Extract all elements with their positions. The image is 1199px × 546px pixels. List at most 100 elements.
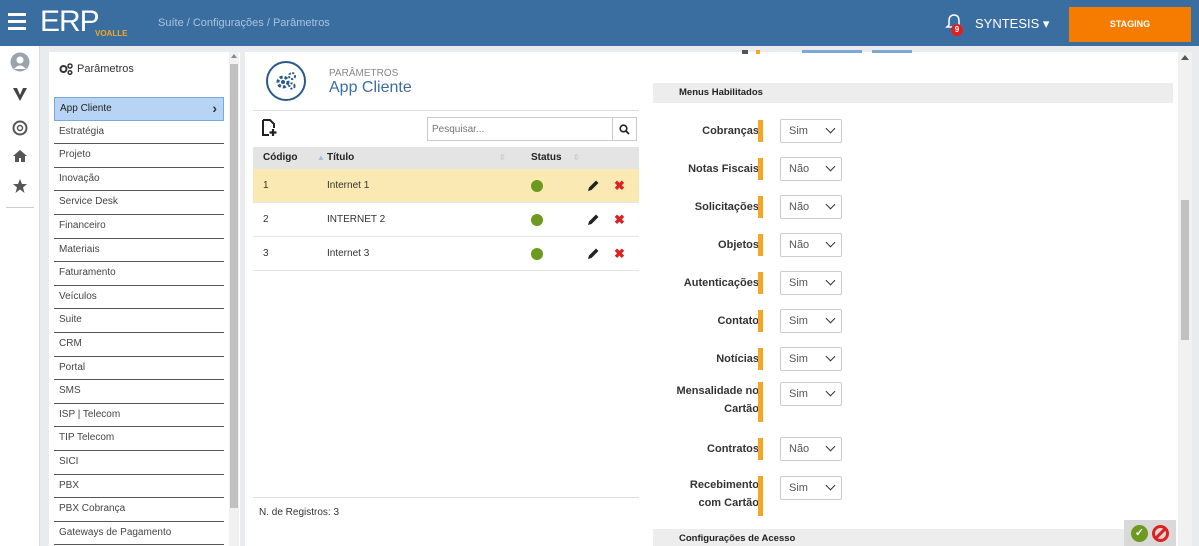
edit-pencil-icon[interactable] bbox=[587, 213, 600, 226]
form-field-label: Objetos bbox=[718, 239, 759, 251]
menu-item[interactable]: SMS bbox=[54, 380, 224, 404]
yes-no-select[interactable]: Não bbox=[780, 233, 842, 257]
delete-icon[interactable]: ✖ bbox=[614, 246, 625, 262]
cancel-icon[interactable] bbox=[1152, 524, 1169, 542]
form-field-row: Recebimento com Cartão Sim bbox=[653, 476, 1073, 516]
menu-item[interactable]: Financeiro bbox=[54, 215, 224, 239]
hamburger-menu-icon[interactable] bbox=[8, 13, 26, 33]
sort-icon: ⇳ bbox=[499, 153, 506, 162]
form-field-row: Notas Fiscais Não bbox=[653, 157, 1073, 181]
yes-no-select[interactable]: Sim bbox=[780, 271, 842, 295]
main-scroll-up-icon[interactable] bbox=[1181, 55, 1189, 60]
user-menu[interactable]: SYNTESIS ▾ bbox=[975, 16, 1049, 32]
menu-item[interactable]: Inovação bbox=[54, 168, 224, 192]
menu-item[interactable]: Veículos bbox=[54, 286, 224, 310]
yes-no-select[interactable]: Não bbox=[780, 195, 842, 219]
select-value: Não bbox=[789, 443, 810, 455]
star-icon[interactable] bbox=[10, 176, 30, 196]
confirm-check-icon[interactable]: ✓ bbox=[1131, 524, 1148, 542]
menu-item[interactable]: Projeto bbox=[54, 144, 224, 168]
chevron-down-icon bbox=[825, 275, 836, 286]
grid-header: Código ▲ Título ⇳ Status ⇳ bbox=[253, 147, 639, 169]
search-input[interactable] bbox=[428, 118, 612, 140]
main-scroll-thumb[interactable] bbox=[1181, 200, 1189, 340]
column-actions bbox=[587, 147, 639, 169]
status-active-icon bbox=[531, 213, 543, 226]
menu-item[interactable]: Portal bbox=[54, 357, 224, 381]
main-panel: PARÂMETROS App Cliente Código ▲ Título ⇳ S… bbox=[245, 50, 1185, 546]
yes-no-select[interactable]: Sim bbox=[780, 119, 842, 143]
menu-item[interactable]: Gateways de Pagamento bbox=[54, 522, 224, 546]
menu-item[interactable]: ISP | Telecom bbox=[54, 404, 224, 428]
column-title-label: Título bbox=[327, 152, 355, 163]
yes-no-select[interactable]: Sim bbox=[780, 382, 842, 406]
menu-scroll-up-icon[interactable] bbox=[231, 54, 237, 58]
section-menus-enabled: Menus Habilitados bbox=[653, 83, 1173, 103]
top-bar: ERP VOALLE Suíte / Configurações / Parâm… bbox=[0, 0, 1199, 46]
breadcrumb[interactable]: Suíte / Configurações / Parâmetros bbox=[158, 17, 330, 29]
delete-icon[interactable]: ✖ bbox=[614, 212, 625, 228]
menu-scroll-thumb[interactable] bbox=[230, 64, 238, 508]
notification-badge: 9 bbox=[951, 24, 963, 36]
select-value: Sim bbox=[789, 353, 808, 365]
section-access-settings: Configurações de Acesso bbox=[653, 529, 1173, 546]
menu-item[interactable]: Faturamento bbox=[54, 262, 224, 286]
yes-no-select[interactable]: Sim bbox=[780, 309, 842, 333]
yes-no-select[interactable]: Sim bbox=[780, 476, 842, 500]
delete-icon[interactable]: ✖ bbox=[614, 178, 625, 194]
support-icon[interactable] bbox=[10, 118, 30, 138]
add-record-icon[interactable] bbox=[261, 119, 277, 137]
table-row[interactable]: 2 INTERNET 2 ✖ bbox=[253, 203, 639, 237]
sort-asc-icon: ▲ bbox=[317, 153, 325, 162]
home-icon[interactable] bbox=[10, 146, 30, 166]
column-title[interactable]: Título ⇳ bbox=[327, 147, 515, 169]
select-value: Sim bbox=[789, 388, 808, 400]
clipped-content-above bbox=[742, 50, 912, 54]
cell-status bbox=[515, 179, 587, 192]
required-bar bbox=[758, 120, 763, 142]
erp-logo[interactable]: ERP bbox=[40, 7, 100, 37]
sort-icon: ⇳ bbox=[573, 153, 580, 162]
yes-no-select[interactable]: Não bbox=[780, 157, 842, 181]
edit-pencil-icon[interactable] bbox=[587, 247, 600, 260]
main-scrollbar[interactable] bbox=[1178, 52, 1192, 546]
cell-title: Internet 3 bbox=[327, 248, 370, 259]
menu-item[interactable]: CRM bbox=[54, 333, 224, 357]
cell-status bbox=[515, 213, 587, 226]
menu-item[interactable]: Suite bbox=[54, 309, 224, 333]
cell-actions: ✖ bbox=[587, 178, 639, 194]
menu-item[interactable]: Materiais bbox=[54, 239, 224, 263]
select-value: Não bbox=[789, 201, 810, 213]
yes-no-select[interactable]: Não bbox=[780, 437, 842, 461]
chevron-down-icon bbox=[825, 199, 836, 210]
column-status[interactable]: Status ⇳ bbox=[515, 147, 587, 169]
title-divider bbox=[253, 110, 639, 111]
table-row[interactable]: 3 Internet 3 ✖ bbox=[253, 237, 639, 271]
status-active-icon bbox=[531, 247, 543, 260]
search-button[interactable] bbox=[612, 118, 636, 140]
voalle-logo-icon[interactable] bbox=[10, 84, 30, 104]
rail-divider bbox=[6, 207, 34, 208]
grid-body: 1 Internet 1 ✖ 2 INTERNET 2 ✖ 3 Internet 3 ✖ bbox=[253, 169, 639, 271]
chevron-down-icon bbox=[825, 237, 836, 248]
cell-status bbox=[515, 247, 587, 260]
menu-item[interactable]: Estratégia bbox=[54, 121, 224, 145]
select-value: Sim bbox=[789, 482, 808, 494]
menu-item[interactable]: App Cliente bbox=[54, 97, 224, 121]
menu-scrollbar[interactable] bbox=[229, 52, 239, 546]
chevron-down-icon bbox=[825, 441, 836, 452]
menu-item[interactable]: SICI bbox=[54, 451, 224, 475]
yes-no-select[interactable]: Sim bbox=[780, 347, 842, 371]
avatar-icon[interactable] bbox=[10, 52, 30, 72]
edit-pencil-icon[interactable] bbox=[587, 179, 600, 192]
icon-rail bbox=[0, 46, 40, 546]
menu-item[interactable]: PBX bbox=[54, 475, 224, 499]
form-field-label: Autenticações bbox=[683, 277, 759, 289]
form-field-row: Notícias Sim bbox=[653, 347, 1073, 371]
column-code[interactable]: Código ▲ bbox=[253, 147, 327, 169]
table-row[interactable]: 1 Internet 1 ✖ bbox=[253, 169, 639, 203]
menu-item[interactable]: TIP Telecom bbox=[54, 427, 224, 451]
menu-item[interactable]: PBX Cobrança bbox=[54, 498, 224, 522]
select-value: Sim bbox=[789, 277, 808, 289]
menu-item[interactable]: Service Desk bbox=[54, 191, 224, 215]
